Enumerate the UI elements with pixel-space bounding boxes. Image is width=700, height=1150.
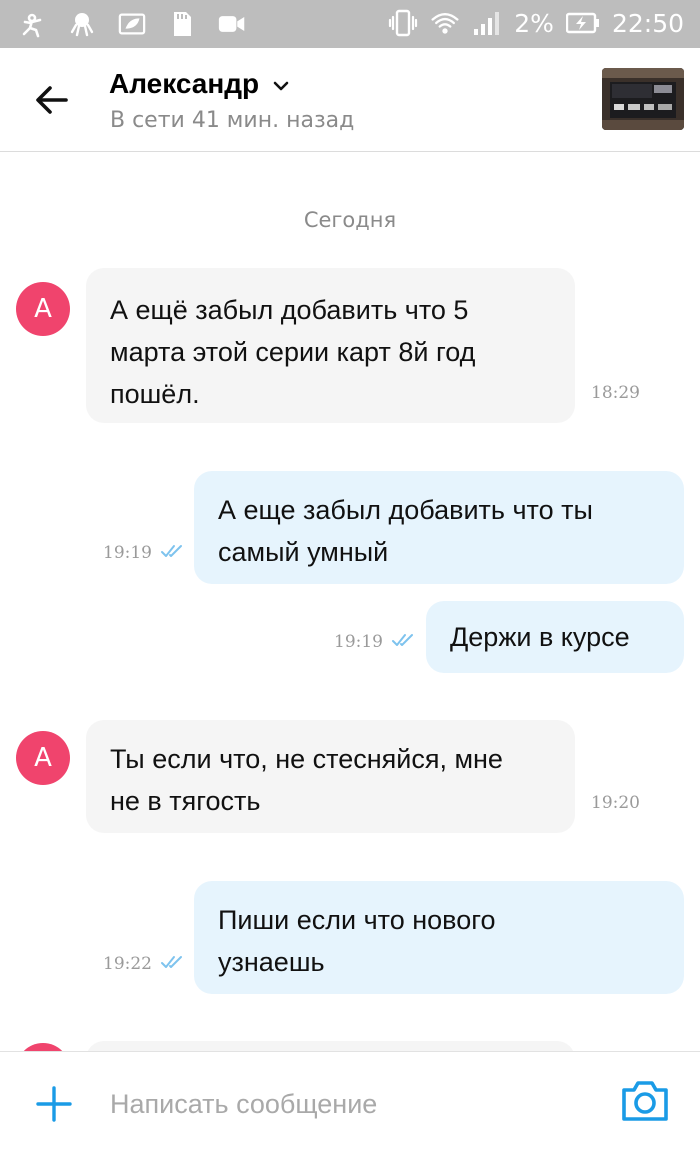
message-text: Держи в курсе — [450, 622, 630, 652]
arrow-left-icon — [36, 86, 68, 114]
message-time: 18:29 — [591, 383, 640, 403]
wifi-icon — [430, 8, 460, 38]
message-time: 19:19 — [103, 543, 152, 563]
product-thumbnail[interactable] — [602, 68, 684, 130]
battery-charging-icon — [565, 8, 600, 38]
double-check-icon — [161, 545, 182, 557]
status-bar-right: 2% 22:50 — [388, 8, 684, 38]
back-button[interactable] — [30, 80, 74, 120]
contact-menu-button[interactable] — [272, 78, 290, 92]
camera-button[interactable] — [620, 1078, 670, 1124]
chevron-down-icon — [273, 81, 289, 91]
message-bubble-partial — [86, 1041, 575, 1051]
double-check-icon — [161, 956, 182, 968]
message-text: А еще забыл добавить что ты самый умный — [218, 495, 593, 567]
avatar[interactable]: А — [16, 731, 70, 785]
camera-icon — [622, 1081, 668, 1121]
app-notification-icon — [18, 10, 46, 38]
vibrate-icon — [388, 8, 418, 38]
octopus-icon — [68, 10, 96, 38]
message-time: 19:19 — [334, 632, 383, 652]
message-input[interactable] — [100, 1082, 580, 1126]
message-bubble-outgoing[interactable]: Пиши если что нового узнаешь — [194, 881, 684, 994]
message-time: 19:22 — [103, 954, 152, 974]
battery-percent: 2% — [514, 8, 554, 38]
message-bubble-outgoing[interactable]: А еще забыл добавить что ты самый умный — [194, 471, 684, 584]
avatar-partial — [16, 1043, 70, 1051]
attach-button[interactable] — [36, 1086, 72, 1122]
status-bar-left-icons — [18, 10, 246, 38]
signal-icon — [472, 8, 502, 38]
avatar[interactable]: А — [16, 282, 70, 336]
message-text: Пиши если что нового узнаешь — [218, 905, 496, 977]
message-bubble-outgoing[interactable]: Держи в курсе — [426, 601, 684, 673]
message-time: 19:20 — [591, 793, 640, 813]
leaf-icon — [118, 10, 146, 38]
sd-card-icon — [168, 10, 196, 38]
message-bubble-incoming[interactable]: Ты если что, не стесняйся, мне не в тяго… — [86, 720, 575, 833]
clock: 22:50 — [611, 8, 684, 38]
contact-name[interactable]: Александр — [109, 68, 259, 100]
message-text: А ещё забыл добавить что 5 марта этой се… — [110, 295, 476, 409]
contact-last-seen: В сети 41 мин. назад — [110, 108, 355, 133]
video-camera-icon — [218, 10, 246, 38]
double-check-icon — [392, 634, 413, 646]
message-text: Ты если что, не стесняйся, мне не в тяго… — [110, 744, 503, 816]
message-bubble-incoming[interactable]: А ещё забыл добавить что 5 марта этой се… — [86, 268, 575, 423]
message-composer — [0, 1051, 700, 1150]
message-list[interactable]: Сегодня А А ещё забыл добавить что 5 мар… — [0, 153, 700, 1051]
date-separator: Сегодня — [303, 208, 397, 232]
chat-header: Александр В сети 41 мин. назад — [0, 48, 700, 152]
status-bar: 2% 22:50 — [0, 0, 700, 48]
plus-icon — [36, 1086, 72, 1122]
